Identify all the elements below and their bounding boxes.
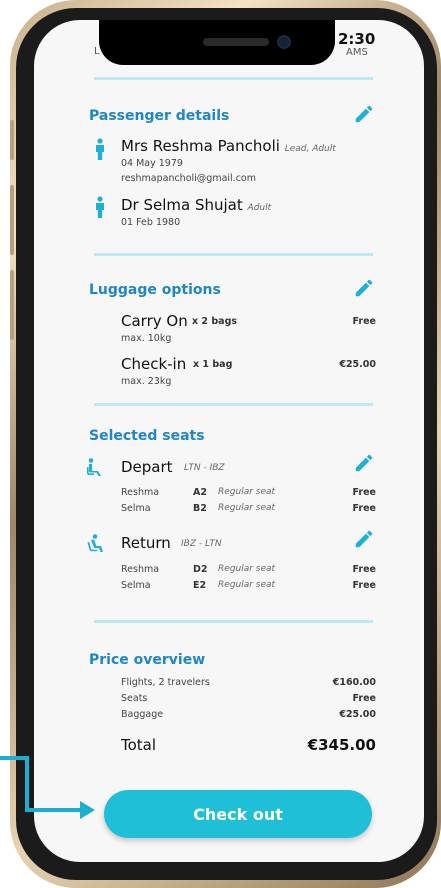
price-line-label: Flights, 2 travelers	[121, 677, 210, 688]
seat-passenger-name: Reshma	[121, 564, 160, 575]
seat-type: Regular seat	[218, 503, 276, 513]
luggage-item-max: max. 10kg	[121, 333, 172, 344]
seat-passenger-name: Selma	[121, 580, 151, 591]
price-line-label: Seats	[121, 693, 148, 704]
seat-number: B2	[193, 503, 207, 514]
seat-number: E2	[193, 580, 207, 591]
price-line-label: Baggage	[121, 709, 164, 720]
divider	[94, 77, 373, 80]
seat-type: Regular seat	[218, 487, 276, 497]
seat-passenger-name: Selma	[121, 503, 151, 514]
seat-leg-label: Return	[121, 534, 171, 552]
reclined-seat-icon	[87, 534, 103, 552]
seat-price: Free	[352, 580, 376, 591]
annotation-arrow-head	[80, 801, 95, 819]
arrival-airport-code: AMS	[346, 47, 368, 58]
phone-volume-down	[10, 270, 14, 340]
divider	[94, 620, 373, 623]
passenger-name: Dr Selma Shujat Adult	[121, 196, 272, 214]
luggage-options-title: Luggage options	[89, 282, 221, 298]
header-left-fragment: L	[94, 46, 100, 57]
total-value: €345.00	[307, 736, 376, 754]
speaker	[203, 38, 269, 46]
selected-seats-title: Selected seats	[89, 428, 205, 444]
front-camera	[277, 35, 291, 49]
divider	[94, 403, 373, 406]
seat-type: Regular seat	[218, 580, 276, 590]
luggage-item-count: x 2 bags	[192, 316, 238, 327]
arrival-time: 2:30	[338, 30, 376, 48]
passenger-email: reshmapancholi@gmail.com	[121, 173, 256, 184]
seat-price: Free	[352, 564, 376, 575]
seat-type: Regular seat	[218, 564, 276, 574]
person-icon	[96, 138, 104, 160]
passenger-dob: 01 Feb 1980	[121, 217, 181, 228]
edit-passengers-icon[interactable]	[353, 103, 375, 125]
phone-side-button	[10, 120, 14, 160]
seat-passenger-name: Reshma	[121, 487, 160, 498]
annotation-arrow-line	[25, 758, 29, 811]
passenger-name: Mrs Reshma Pancholi Lead, Adult	[121, 137, 336, 155]
person-icon	[96, 196, 104, 218]
seat-leg-route: IBZ - LTN	[181, 539, 222, 549]
annotation-arrow-line	[25, 808, 83, 812]
price-line-value: Free	[352, 693, 376, 704]
total-label: Total	[121, 736, 157, 754]
passenger-dob: 04 May 1979	[121, 158, 183, 169]
price-overview-title: Price overview	[89, 652, 206, 668]
seat-price: Free	[352, 487, 376, 498]
seat-number: A2	[193, 487, 207, 498]
passenger-tag: Lead, Adult	[284, 144, 336, 154]
passenger-details-title: Passenger details	[89, 108, 230, 124]
seat-leg-route: LTN - IBZ	[184, 463, 225, 473]
price-line-value: €160.00	[332, 677, 376, 688]
edit-luggage-icon[interactable]	[353, 277, 375, 299]
luggage-item-name: Carry On	[121, 312, 188, 330]
price-line-value: €25.00	[339, 709, 376, 720]
seat-price: Free	[352, 503, 376, 514]
luggage-item-price: €25.00	[339, 359, 376, 370]
seat-leg-label: Depart	[121, 458, 173, 476]
seat-icon	[87, 458, 101, 476]
passenger-tag: Adult	[247, 203, 272, 213]
edit-return-seats-icon[interactable]	[353, 528, 375, 550]
edit-depart-seats-icon[interactable]	[353, 452, 375, 474]
checkout-button[interactable]: Check out	[104, 790, 372, 838]
luggage-item-name: Check-in	[121, 355, 187, 373]
seat-number: D2	[193, 564, 208, 575]
phone-volume-up	[10, 185, 14, 255]
luggage-item-count: x 1 bag	[193, 359, 233, 370]
divider	[94, 253, 373, 256]
luggage-item-max: max. 23kg	[121, 376, 172, 387]
luggage-item-price: Free	[352, 316, 376, 327]
